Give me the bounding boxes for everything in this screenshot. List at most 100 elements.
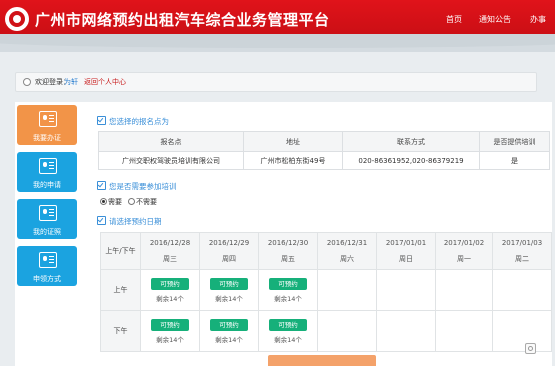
checkbox-icon: [97, 116, 106, 125]
date-label: 2017/01/01: [385, 239, 427, 247]
available-slot-button[interactable]: 可预约: [151, 318, 189, 331]
weekday-label: 周四: [222, 255, 236, 263]
schedule-slot: 可预约剩余14个: [140, 269, 200, 311]
nav-home[interactable]: 首页: [446, 14, 462, 25]
nav-notices[interactable]: 通知公告: [479, 14, 511, 25]
schedule-slot-empty: [317, 310, 377, 352]
id-card-icon: [39, 205, 57, 221]
schedule-header-row: 上午/下午 2016/12/28 周三 2016/12/29 周四 2016/12/…: [100, 232, 552, 270]
table-cell: 广州市松柏东街49号: [243, 151, 343, 170]
remaining-count: 剩余14个: [215, 294, 243, 303]
sidebar-item-collection-method[interactable]: 申领方式: [17, 246, 77, 286]
section-title: 您是否需要参加培训: [109, 182, 177, 191]
date-label: 2016/12/31: [326, 239, 368, 247]
site-title: 广州市网络预约出租汽车综合业务管理平台: [35, 11, 330, 29]
schedule-slot: 可预约剩余14个: [199, 269, 259, 311]
section-training-header: 您是否需要参加培训: [97, 180, 297, 192]
schedule-corner-header: 上午/下午: [100, 232, 141, 270]
schedule-slot-empty: [435, 269, 493, 311]
welcome-username[interactable]: 为轩: [64, 77, 78, 87]
id-card-icon: [39, 252, 57, 268]
half-day-label: 上午: [100, 269, 141, 311]
available-slot-button[interactable]: 可预约: [210, 318, 248, 331]
column-header: 地址: [243, 131, 343, 152]
half-day-label: 下午: [100, 310, 141, 352]
schedule-slot: 可预约剩余14个: [199, 310, 259, 352]
remaining-count: 剩余14个: [274, 335, 302, 344]
schedule-slot-empty: [376, 269, 436, 311]
schedule-slot: 可预约剩余14个: [258, 269, 318, 311]
welcome-bar: 欢迎登录： 为轩 返回个人中心: [15, 72, 537, 92]
weekday-label: 周一: [457, 255, 471, 263]
table-cell: 是: [479, 151, 550, 170]
section-title: 请选择预约日期: [109, 217, 162, 226]
location-table: 报名点 地址 联系方式 是否提供培训 广州交职权驾驶员培训有限公司 广州市松柏东…: [98, 131, 550, 170]
header-wave-decoration: [0, 34, 555, 52]
section-location-header: 您选择的报名点为: [97, 115, 297, 127]
schedule-slot-empty: [435, 310, 493, 352]
schedule-slot: 可预约剩余14个: [140, 310, 200, 352]
id-card-icon: [39, 111, 57, 127]
date-label: 2017/01/03: [501, 239, 543, 247]
schedule-date-header: 2017/01/01 周日: [376, 232, 436, 270]
schedule-date-header: 2016/12/31 周六: [317, 232, 377, 270]
zoom-icon[interactable]: [525, 343, 536, 354]
date-label: 2016/12/30: [267, 239, 309, 247]
schedule-date-header: 2017/01/03 周二: [492, 232, 552, 270]
submit-button[interactable]: [268, 355, 376, 366]
schedule-row-afternoon: 下午 可预约剩余14个 可预约剩余14个 可预约剩余14个: [100, 310, 552, 352]
schedule-slot-empty: [492, 310, 552, 352]
radio-label: 需要: [108, 198, 122, 206]
weekday-label: 周六: [340, 255, 354, 263]
schedule-slot-empty: [492, 269, 552, 311]
schedule-date-header: 2016/12/30 周五: [258, 232, 318, 270]
sidebar-item-apply-license[interactable]: 我要办证: [17, 105, 77, 145]
radio-training-no[interactable]: [128, 198, 135, 205]
id-card-icon: [39, 158, 57, 174]
sidebar-item-label: 申领方式: [33, 275, 61, 283]
remaining-count: 剩余14个: [156, 335, 184, 344]
date-label: 2017/01/02: [443, 239, 485, 247]
remaining-count: 剩余14个: [215, 335, 243, 344]
sidebar-item-my-licenses[interactable]: 我的证照: [17, 199, 77, 239]
weekday-label: 周五: [281, 255, 295, 263]
available-slot-button[interactable]: 可预约: [210, 277, 248, 290]
sidebar-item-label: 我的申请: [33, 181, 61, 189]
sidebar-item-label: 我的证照: [33, 228, 61, 236]
section-title: 您选择的报名点为: [109, 117, 169, 126]
schedule-slot-empty: [376, 310, 436, 352]
schedule-slot: 可预约剩余14个: [258, 310, 318, 352]
table-cell: 广州交职权驾驶员培训有限公司: [98, 151, 244, 170]
nav-services[interactable]: 办事: [530, 14, 546, 25]
weekday-label: 周三: [163, 255, 177, 263]
section-date-header: 请选择预约日期: [97, 215, 297, 227]
schedule-table: 上午/下午 2016/12/28 周三 2016/12/29 周四 2016/12/…: [100, 232, 552, 352]
schedule-slot-empty: [317, 269, 377, 311]
checkbox-icon: [97, 216, 106, 225]
checkbox-icon: [97, 181, 106, 190]
weekday-label: 周日: [399, 255, 413, 263]
column-header: 是否提供培训: [479, 131, 550, 152]
info-icon: [23, 78, 31, 86]
remaining-count: 剩余14个: [274, 294, 302, 303]
available-slot-button[interactable]: 可预约: [269, 277, 307, 290]
radio-label: 不需要: [136, 198, 157, 206]
date-label: 2016/12/29: [208, 239, 250, 247]
available-slot-button[interactable]: 可预约: [151, 277, 189, 290]
site-logo-icon[interactable]: [5, 7, 29, 31]
schedule-date-header: 2017/01/02 周一: [435, 232, 493, 270]
available-slot-button[interactable]: 可预约: [269, 318, 307, 331]
weekday-label: 周二: [515, 255, 529, 263]
sidebar-item-label: 我要办证: [33, 134, 61, 142]
return-personal-center-link[interactable]: 返回个人中心: [84, 77, 126, 87]
schedule-row-morning: 上午 可预约剩余14个 可预约剩余14个 可预约剩余14个: [100, 269, 552, 311]
column-header: 报名点: [98, 131, 244, 152]
sidebar-item-my-applications[interactable]: 我的申请: [17, 152, 77, 192]
column-header: 联系方式: [342, 131, 480, 152]
remaining-count: 剩余14个: [156, 294, 184, 303]
table-row: 广州交职权驾驶员培训有限公司 广州市松柏东街49号 020-86361952,0…: [98, 151, 550, 170]
date-label: 2016/12/28: [149, 239, 191, 247]
radio-training-yes[interactable]: [100, 198, 107, 205]
schedule-date-header: 2016/12/28 周三: [140, 232, 200, 270]
table-cell: 020-86361952,020-86379219: [342, 151, 480, 170]
